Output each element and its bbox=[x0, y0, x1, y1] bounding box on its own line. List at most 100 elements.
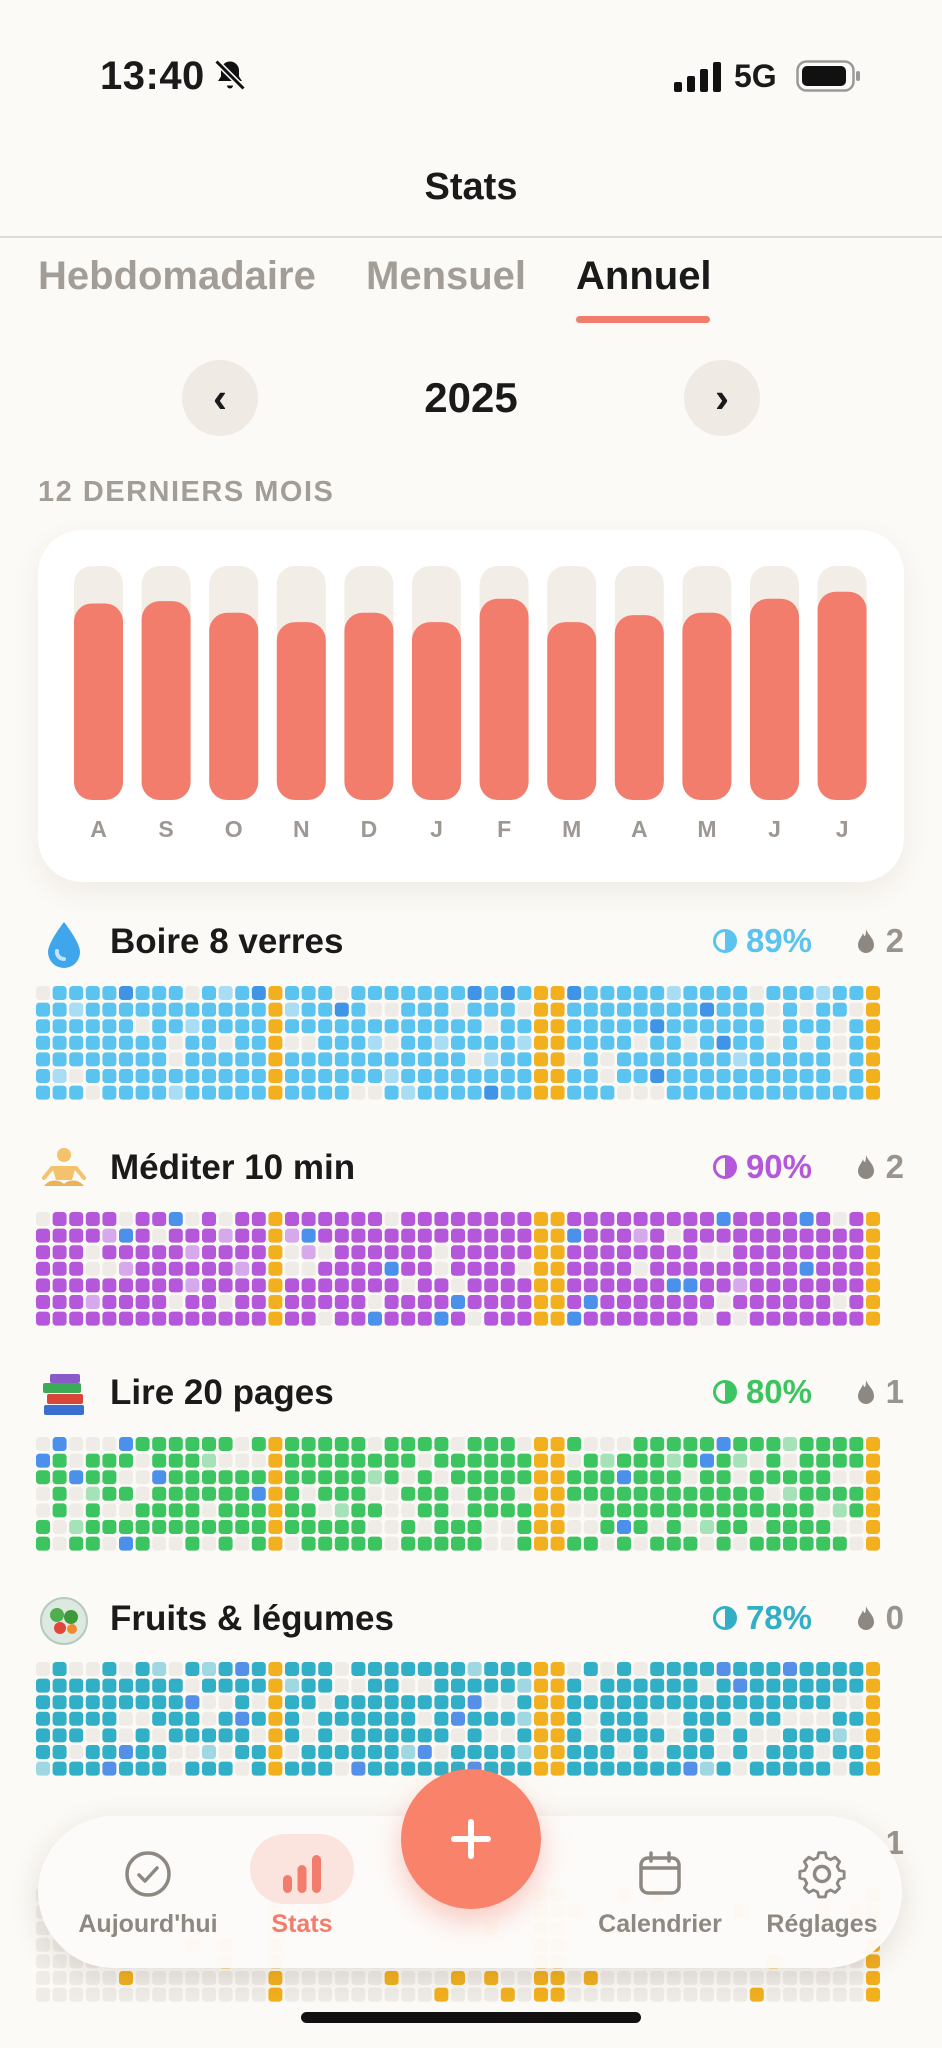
add-habit-button[interactable] bbox=[401, 1769, 541, 1909]
heatmap-cell bbox=[417, 1002, 432, 1017]
half-circle-icon bbox=[712, 1606, 737, 1630]
heatmap-cell bbox=[202, 986, 216, 1000]
chart-bar[interactable] bbox=[74, 603, 123, 800]
tab-today[interactable]: Aujourd'hui bbox=[58, 1816, 238, 1968]
tab-settings[interactable]: Réglages bbox=[732, 1816, 912, 1968]
chart-bar[interactable] bbox=[344, 612, 394, 800]
heatmap-cell bbox=[85, 1695, 100, 1710]
heatmap-cell bbox=[617, 1662, 631, 1676]
heatmap-cell bbox=[434, 1212, 449, 1226]
heatmap-cell bbox=[700, 1503, 714, 1518]
heatmap-cell bbox=[666, 1245, 681, 1260]
heatmap-cell bbox=[401, 1437, 416, 1451]
heatmap-cell bbox=[318, 1695, 333, 1710]
chart-bar[interactable] bbox=[682, 612, 732, 800]
heatmap-cell bbox=[301, 1761, 316, 1776]
heatmap-cell bbox=[168, 1520, 183, 1534]
heatmap-cell bbox=[666, 1520, 681, 1534]
heatmap-cell bbox=[36, 986, 50, 1000]
chart-bar[interactable] bbox=[547, 622, 597, 800]
heatmap-cell bbox=[799, 1245, 814, 1260]
heatmap-cell bbox=[783, 1971, 797, 1985]
heatmap-cell bbox=[700, 986, 714, 1000]
habit-pct-value: 90% bbox=[745, 1148, 812, 1185]
heatmap-cell bbox=[500, 1035, 515, 1050]
heatmap-cell bbox=[301, 1520, 316, 1534]
heatmap-cell bbox=[268, 1662, 283, 1676]
heatmap-cell bbox=[683, 1453, 698, 1468]
heatmap-cell bbox=[251, 1520, 266, 1534]
chart-bar[interactable] bbox=[276, 622, 326, 800]
heatmap-cell bbox=[683, 1536, 698, 1551]
heatmap-cell bbox=[417, 1470, 432, 1485]
heatmap-cell bbox=[401, 1678, 416, 1693]
heatmap-cell bbox=[251, 1212, 266, 1226]
next-year-button[interactable]: › bbox=[684, 360, 760, 436]
heatmap-cell bbox=[69, 1069, 84, 1083]
heatmap-cell bbox=[534, 1761, 548, 1776]
heatmap-cell bbox=[766, 1728, 781, 1743]
heatmap-cell bbox=[783, 1662, 797, 1676]
heatmap-cell bbox=[650, 1711, 665, 1726]
heatmap-cell bbox=[816, 1470, 831, 1485]
heatmap-cell bbox=[434, 1085, 449, 1100]
heatmap-cell bbox=[285, 1228, 299, 1243]
heatmap-cell bbox=[451, 1019, 465, 1034]
heatmap-cell bbox=[135, 1662, 150, 1676]
heatmap-cell bbox=[301, 1278, 316, 1293]
chart-bar[interactable] bbox=[479, 598, 529, 800]
heatmap-cell bbox=[700, 1453, 714, 1468]
heatmap-cell bbox=[434, 1002, 449, 1017]
chart-bar[interactable] bbox=[750, 598, 799, 800]
year-label: 2025 bbox=[424, 374, 518, 421]
heatmap-cell bbox=[218, 1711, 233, 1726]
tab-monthly[interactable]: Mensuel bbox=[366, 254, 526, 299]
heatmap-cell bbox=[766, 1536, 781, 1551]
heatmap-cell bbox=[866, 1470, 880, 1485]
heatmap-cell bbox=[567, 1052, 582, 1067]
chart-bar[interactable] bbox=[209, 612, 259, 800]
heatmap-cell bbox=[52, 1261, 67, 1276]
heatmap-cell bbox=[318, 1245, 333, 1260]
heatmap-cell bbox=[334, 1987, 349, 2002]
heatmap-cell bbox=[550, 1212, 565, 1226]
heatmap-cell bbox=[832, 1228, 847, 1243]
heatmap-cell bbox=[85, 1503, 100, 1518]
chart-bar[interactable] bbox=[141, 601, 191, 800]
tab-calendar[interactable]: Calendrier bbox=[570, 1816, 750, 1968]
heatmap-cell bbox=[185, 1035, 200, 1050]
heatmap-cell bbox=[301, 1212, 316, 1226]
heatmap-cell bbox=[351, 1278, 366, 1293]
heatmap-cell bbox=[36, 1212, 50, 1226]
heatmap-cell bbox=[285, 1470, 299, 1485]
heatmap-cell bbox=[251, 1678, 266, 1693]
heatmap-cell bbox=[384, 1085, 399, 1100]
heatmap-cell bbox=[700, 1069, 714, 1083]
heatmap-cell bbox=[467, 1971, 482, 1985]
heatmap-cell bbox=[185, 1052, 200, 1067]
chart-bar[interactable] bbox=[817, 591, 867, 800]
heatmap-cell bbox=[202, 1437, 216, 1451]
heatmap-cell bbox=[202, 1662, 216, 1676]
heatmap-cell bbox=[550, 1002, 565, 1017]
tab-stats[interactable]: Stats bbox=[212, 1816, 392, 1968]
heatmap-cell bbox=[251, 1536, 266, 1551]
heatmap-cell bbox=[318, 1486, 333, 1501]
habit-completion: 89% bbox=[712, 922, 812, 960]
tab-weekly[interactable]: Hebdomadaire bbox=[38, 254, 316, 299]
heatmap-cell bbox=[766, 1212, 781, 1226]
heatmap-cell bbox=[666, 1069, 681, 1083]
heatmap-cell bbox=[401, 1520, 416, 1534]
heatmap-cell bbox=[617, 1695, 631, 1710]
heatmap-cell bbox=[318, 1711, 333, 1726]
tab-yearly[interactable]: Annuel bbox=[576, 254, 712, 299]
heatmap-cell bbox=[766, 1662, 781, 1676]
chart-bar[interactable] bbox=[614, 615, 664, 800]
heatmap-cell bbox=[268, 1019, 283, 1034]
heatmap-cell bbox=[417, 1295, 432, 1309]
chart-bar[interactable] bbox=[412, 622, 461, 800]
heatmap-cell bbox=[666, 1019, 681, 1034]
heatmap-cell bbox=[318, 1228, 333, 1243]
heatmap-cell bbox=[235, 1035, 250, 1050]
heatmap-cell bbox=[251, 1470, 266, 1485]
